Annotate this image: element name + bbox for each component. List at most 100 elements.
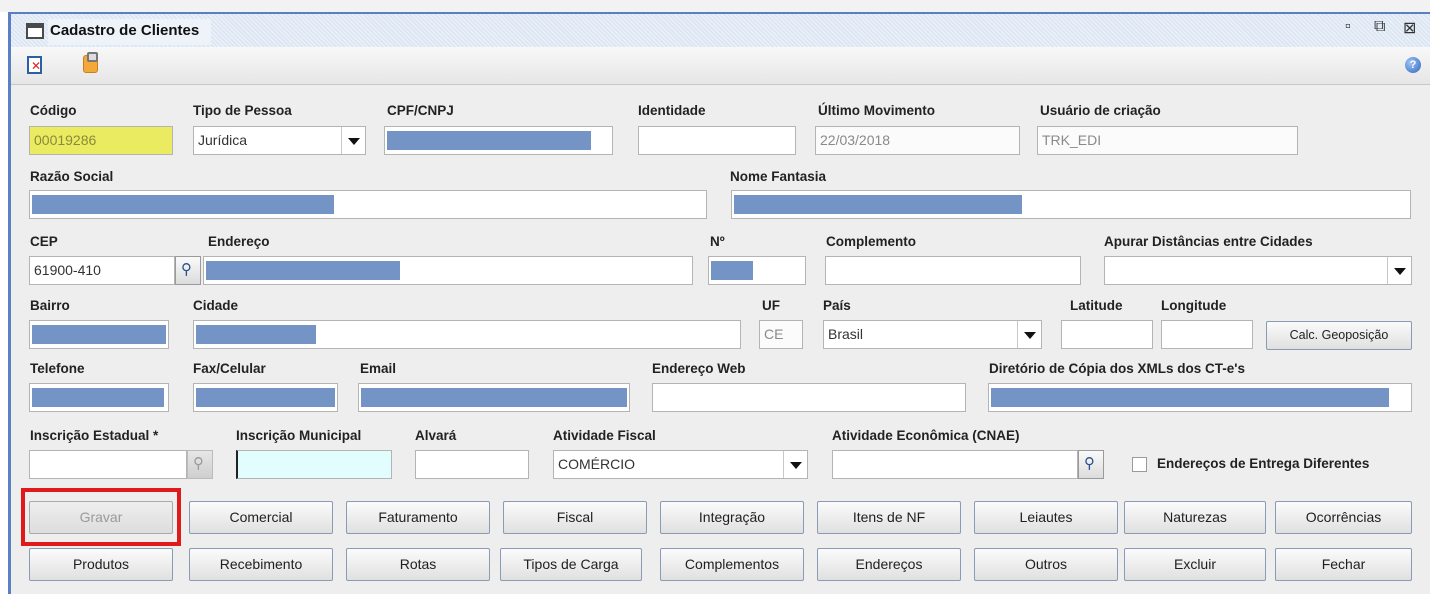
atividade-economica-label: Atividade Econômica (CNAE)	[832, 428, 1020, 443]
inscricao-municipal-field[interactable]	[236, 450, 392, 479]
longitude-field[interactable]	[1161, 320, 1253, 349]
produtos-button[interactable]: Produtos	[29, 548, 173, 581]
bairro-label: Bairro	[30, 298, 70, 313]
cidade-field[interactable]	[193, 320, 741, 349]
recebimento-button[interactable]: Recebimento	[189, 548, 333, 581]
ultimo-movimento-field: 22/03/2018	[815, 126, 1020, 155]
search-icon: ⚲	[181, 261, 192, 278]
numero-field[interactable]	[708, 256, 806, 285]
fax-celular-label: Fax/Celular	[193, 361, 266, 376]
enderecos-button[interactable]: Endereços	[817, 548, 961, 581]
codigo-label: Código	[30, 103, 77, 118]
latitude-label: Latitude	[1070, 298, 1123, 313]
pais-label: País	[823, 298, 851, 313]
clipboard-icon[interactable]	[83, 52, 98, 73]
identidade-field[interactable]	[638, 126, 796, 155]
endereco-label: Endereço	[208, 234, 270, 249]
cpf-cnpj-field[interactable]	[384, 126, 613, 155]
outros-button[interactable]: Outros	[974, 548, 1118, 581]
bairro-field[interactable]	[29, 320, 169, 349]
rotas-button[interactable]: Rotas	[346, 548, 490, 581]
background-strip	[0, 0, 1430, 12]
email-field[interactable]	[358, 383, 630, 412]
close-icon[interactable]: ⊠	[1403, 18, 1416, 38]
apurar-distancias-label: Apurar Distâncias entre Cidades	[1104, 234, 1313, 249]
numero-label: Nº	[710, 234, 725, 249]
redaction-bar	[206, 261, 400, 280]
help-icon[interactable]: ?	[1405, 57, 1421, 73]
complemento-field[interactable]	[825, 256, 1081, 285]
fechar-button[interactable]: Fechar	[1275, 548, 1412, 581]
inscricao-estadual-search-button: ⚲	[187, 450, 213, 479]
redaction-bar	[711, 261, 753, 280]
chevron-down-icon[interactable]	[1387, 257, 1411, 284]
razao-social-label: Razão Social	[30, 169, 114, 184]
nome-fantasia-label: Nome Fantasia	[730, 169, 827, 184]
atividade-fiscal-select[interactable]: COMÉRCIO	[553, 450, 808, 479]
tipos-carga-button[interactable]: Tipos de Carga	[500, 548, 642, 581]
redaction-bar	[361, 388, 627, 407]
minimize-icon[interactable]: ▫	[1345, 18, 1351, 36]
fax-celular-field[interactable]	[193, 383, 338, 412]
close-record-icon[interactable]: ✕	[27, 56, 42, 74]
chevron-down-icon[interactable]	[1017, 321, 1041, 348]
search-icon: ⚲	[193, 455, 204, 472]
telefone-field[interactable]	[29, 383, 169, 412]
apurar-distancias-select[interactable]	[1104, 256, 1412, 285]
search-icon: ⚲	[1084, 455, 1095, 472]
maximize-icon[interactable]: ⧉	[1374, 18, 1385, 36]
leiautes-button[interactable]: Leiautes	[974, 501, 1118, 534]
endereco-web-field[interactable]	[652, 383, 966, 412]
chevron-down-icon[interactable]	[783, 451, 807, 478]
itens-nf-button[interactable]: Itens de NF	[817, 501, 961, 534]
cep-field[interactable]: 61900-410	[29, 256, 175, 285]
endereco-field[interactable]	[203, 256, 693, 285]
enderecos-entrega-checkbox[interactable]	[1132, 457, 1147, 472]
telefone-label: Telefone	[30, 361, 85, 376]
redaction-bar	[387, 131, 591, 150]
chevron-down-icon[interactable]	[341, 127, 365, 154]
atividade-fiscal-label: Atividade Fiscal	[553, 428, 656, 443]
excluir-button[interactable]: Excluir	[1124, 548, 1266, 581]
diretorio-xml-field[interactable]	[988, 383, 1412, 412]
identidade-label: Identidade	[638, 103, 706, 118]
razao-social-field[interactable]	[29, 190, 707, 219]
pais-select[interactable]: Brasil	[823, 320, 1042, 349]
atividade-economica-field[interactable]	[832, 450, 1078, 479]
window-title: Cadastro de Clientes	[48, 19, 212, 45]
redaction-bar	[991, 388, 1389, 407]
cep-search-button[interactable]: ⚲	[175, 256, 201, 285]
endereco-web-label: Endereço Web	[652, 361, 746, 376]
nome-fantasia-field[interactable]	[731, 190, 1411, 219]
alvara-label: Alvará	[415, 428, 457, 443]
highlight-box	[21, 488, 181, 546]
tipo-pessoa-select[interactable]: Jurídica	[193, 126, 366, 155]
integracao-button[interactable]: Integração	[660, 501, 804, 534]
latitude-field[interactable]	[1061, 320, 1153, 349]
comercial-button[interactable]: Comercial	[189, 501, 333, 534]
redaction-bar	[32, 325, 166, 344]
codigo-field[interactable]: 00019286	[29, 126, 173, 155]
inscricao-municipal-label: Inscrição Municipal	[236, 428, 362, 443]
cnae-search-button[interactable]: ⚲	[1078, 450, 1104, 479]
uf-field: CE	[759, 320, 803, 349]
naturezas-button[interactable]: Naturezas	[1124, 501, 1266, 534]
complementos-button[interactable]: Complementos	[660, 548, 804, 581]
tipo-pessoa-value: Jurídica	[198, 132, 248, 148]
complemento-label: Complemento	[826, 234, 917, 249]
fiscal-button[interactable]: Fiscal	[503, 501, 647, 534]
redaction-bar	[734, 195, 1022, 214]
ocorrencias-button[interactable]: Ocorrências	[1275, 501, 1412, 534]
alvara-field[interactable]	[415, 450, 529, 479]
inscricao-estadual-field[interactable]	[29, 450, 187, 479]
calc-geoposicao-button[interactable]: Calc. Geoposição	[1266, 321, 1412, 350]
atividade-fiscal-value: COMÉRCIO	[558, 456, 635, 472]
cidade-label: Cidade	[193, 298, 239, 313]
title-bar[interactable]	[11, 14, 1430, 47]
faturamento-button[interactable]: Faturamento	[346, 501, 490, 534]
uf-label: UF	[762, 298, 780, 313]
toolbar	[11, 47, 1430, 85]
usuario-criacao-field: TRK_EDI	[1037, 126, 1298, 155]
pais-value: Brasil	[828, 326, 864, 342]
usuario-criacao-label: Usuário de criação	[1040, 103, 1161, 118]
